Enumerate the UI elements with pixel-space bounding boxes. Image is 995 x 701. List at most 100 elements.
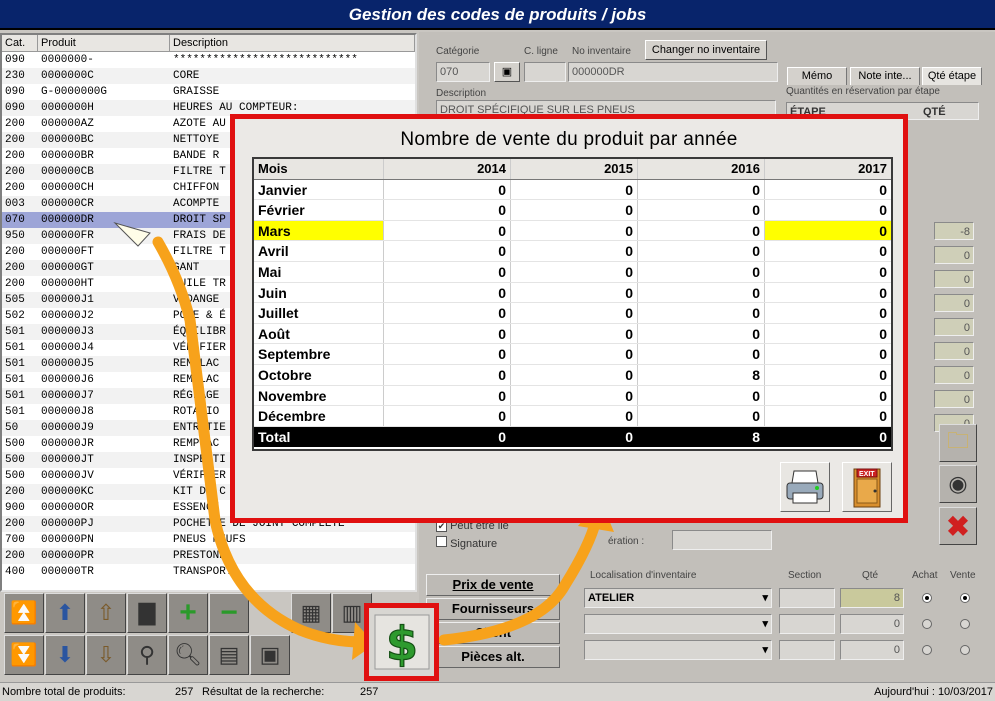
side-value-field[interactable]: 0 — [934, 318, 974, 336]
table-row[interactable]: 230 0000000C CORE — [2, 68, 415, 84]
checkbox-box[interactable] — [436, 536, 447, 547]
side-value-field[interactable]: 0 — [934, 342, 974, 360]
inventory-location-select[interactable]: ATELIER ▾ — [584, 588, 772, 608]
next-record-button[interactable]: ⇩ — [86, 635, 126, 675]
side-value-field[interactable]: 0 — [934, 366, 974, 384]
inventory-location-select[interactable]: ▾ — [584, 614, 772, 634]
save-button[interactable]: ▣ — [250, 635, 290, 675]
next-page-button[interactable]: ⬇ — [45, 635, 85, 675]
header-mois: Mois — [254, 159, 384, 179]
noinv-field[interactable]: 000000DR — [568, 62, 778, 82]
header-cat[interactable]: Cat. — [2, 35, 38, 51]
sales-value: 0 — [384, 200, 511, 220]
cell-produit: 000000HT — [41, 278, 94, 290]
cell-produit: 000000PR — [41, 550, 94, 562]
cell-description: CORE — [173, 70, 200, 82]
achat-radio[interactable] — [922, 645, 932, 655]
inventory-section-field[interactable] — [779, 588, 835, 608]
side-value-field[interactable]: 0 — [934, 246, 974, 264]
sales-value: 0 — [879, 366, 887, 383]
last-record-button[interactable]: ⏬ — [4, 635, 44, 675]
cell-description: PRESTONE — [173, 550, 226, 562]
sales-value: 0 — [384, 323, 511, 344]
sales-value: 0 — [384, 261, 511, 282]
chevron-down-icon[interactable]: ▾ — [762, 589, 768, 607]
chevron-down-icon[interactable]: ▾ — [762, 641, 768, 659]
cell-cat: 070 — [5, 214, 25, 226]
header-year: 2016 — [638, 159, 765, 179]
cell-produit: 000000AZ — [41, 118, 94, 130]
month-label: Novembre — [254, 385, 384, 406]
inventory-section-field[interactable] — [779, 614, 835, 634]
table-row[interactable]: 200 000000PR PRESTONE — [2, 548, 415, 564]
inventory-qty-field[interactable]: 0 — [840, 614, 904, 634]
sales-value: 0 — [511, 220, 638, 241]
achat-radio[interactable] — [922, 593, 932, 603]
sales-value: 0 — [511, 241, 638, 261]
vente-radio[interactable] — [960, 593, 970, 603]
categorie-field[interactable]: 070 — [436, 62, 490, 82]
achat-radio[interactable] — [922, 619, 932, 629]
side-value-field[interactable]: 0 — [934, 270, 974, 288]
pieces-alt-button[interactable]: Pièces alt. — [426, 646, 560, 668]
cell-produit: 000000CH — [41, 182, 94, 194]
sales-grid-header: Mois 2014 2015 2016 2017 — [254, 159, 891, 180]
total-label: Total — [254, 426, 384, 448]
chevron-down-icon[interactable]: ▾ — [762, 615, 768, 633]
table-row[interactable]: 090 0000000- **************************** — [2, 52, 415, 68]
cell-cat: 501 — [5, 390, 25, 402]
delete-button[interactable]: ✖ — [939, 507, 977, 545]
side-value-field[interactable]: 0 — [934, 390, 974, 408]
print-list-button[interactable]: ▦ — [291, 593, 331, 633]
tab-memo[interactable]: Mémo — [787, 67, 847, 85]
tab-note-interne[interactable]: Note inte... — [850, 67, 920, 85]
fournisseurs-button[interactable]: Fournisseurs — [426, 598, 560, 620]
vente-radio[interactable] — [960, 619, 970, 629]
total-products-label: Nombre total de produits: — [2, 686, 126, 698]
month-label: Janvier — [254, 179, 384, 200]
sales-value: 0 — [638, 385, 765, 406]
exit-button[interactable]: EXIT — [842, 462, 892, 512]
notes-button[interactable]: ▤ — [209, 635, 249, 675]
signature-checkbox[interactable]: Signature — [436, 536, 497, 550]
cligne-field[interactable] — [524, 62, 566, 82]
sales-value: 0 — [511, 323, 638, 344]
table-row[interactable]: 090 G-0000000G GRAISSE — [2, 84, 415, 100]
inventory-qty-field[interactable]: 8 — [840, 588, 904, 608]
previous-page-button[interactable]: ⬆ — [45, 593, 85, 633]
change-noinv-button[interactable]: Changer no inventaire — [645, 40, 767, 60]
first-record-button[interactable]: ⏫ — [4, 593, 44, 633]
client-button[interactable]: Client — [426, 622, 560, 644]
inventory-location-select[interactable]: ▾ — [584, 640, 772, 660]
camera-button[interactable]: ◉ — [939, 465, 977, 503]
arrow-up-icon: ⇧ — [96, 600, 116, 625]
remove-button[interactable]: − — [209, 593, 249, 633]
sales-value: 0 — [384, 364, 511, 385]
side-value-field[interactable]: 0 — [934, 294, 974, 312]
vente-radio[interactable] — [960, 645, 970, 655]
add-button[interactable]: + — [168, 593, 208, 633]
briefcase-button[interactable]: ▇ — [127, 593, 167, 633]
print-button[interactable] — [780, 462, 830, 512]
sales-history-button[interactable]: $ — [364, 603, 439, 681]
folder-button[interactable]: 🗀 — [939, 424, 977, 462]
categorie-lookup-button[interactable]: ▣ — [494, 62, 520, 82]
header-description[interactable]: Description — [170, 35, 415, 51]
prix-de-vente-button[interactable]: Prix de vente — [426, 574, 560, 596]
header-year: 2015 — [511, 159, 638, 179]
table-row[interactable]: 700 000000PN PNEUS NEUFS — [2, 532, 415, 548]
header-produit[interactable]: Produit — [38, 35, 170, 51]
plus-icon: + — [179, 596, 197, 629]
inventory-qty-field[interactable]: 0 — [840, 640, 904, 660]
search-person-button[interactable]: ⚲ — [127, 635, 167, 675]
operation-field[interactable] — [672, 530, 772, 550]
side-value-field[interactable]: -8 — [934, 222, 974, 240]
inventory-section-field[interactable] — [779, 640, 835, 660]
tab-qte-etape[interactable]: Qté étape — [922, 67, 982, 85]
header-year: 2017 — [858, 161, 887, 176]
table-row[interactable]: 400 000000TR TRANSPORT — [2, 564, 415, 580]
cell-cat: 500 — [5, 438, 25, 450]
reservation-label: Quantités en réservation par étape — [786, 86, 940, 97]
previous-record-button[interactable]: ⇧ — [86, 593, 126, 633]
search-button[interactable]: 🔍︎ — [168, 635, 208, 675]
